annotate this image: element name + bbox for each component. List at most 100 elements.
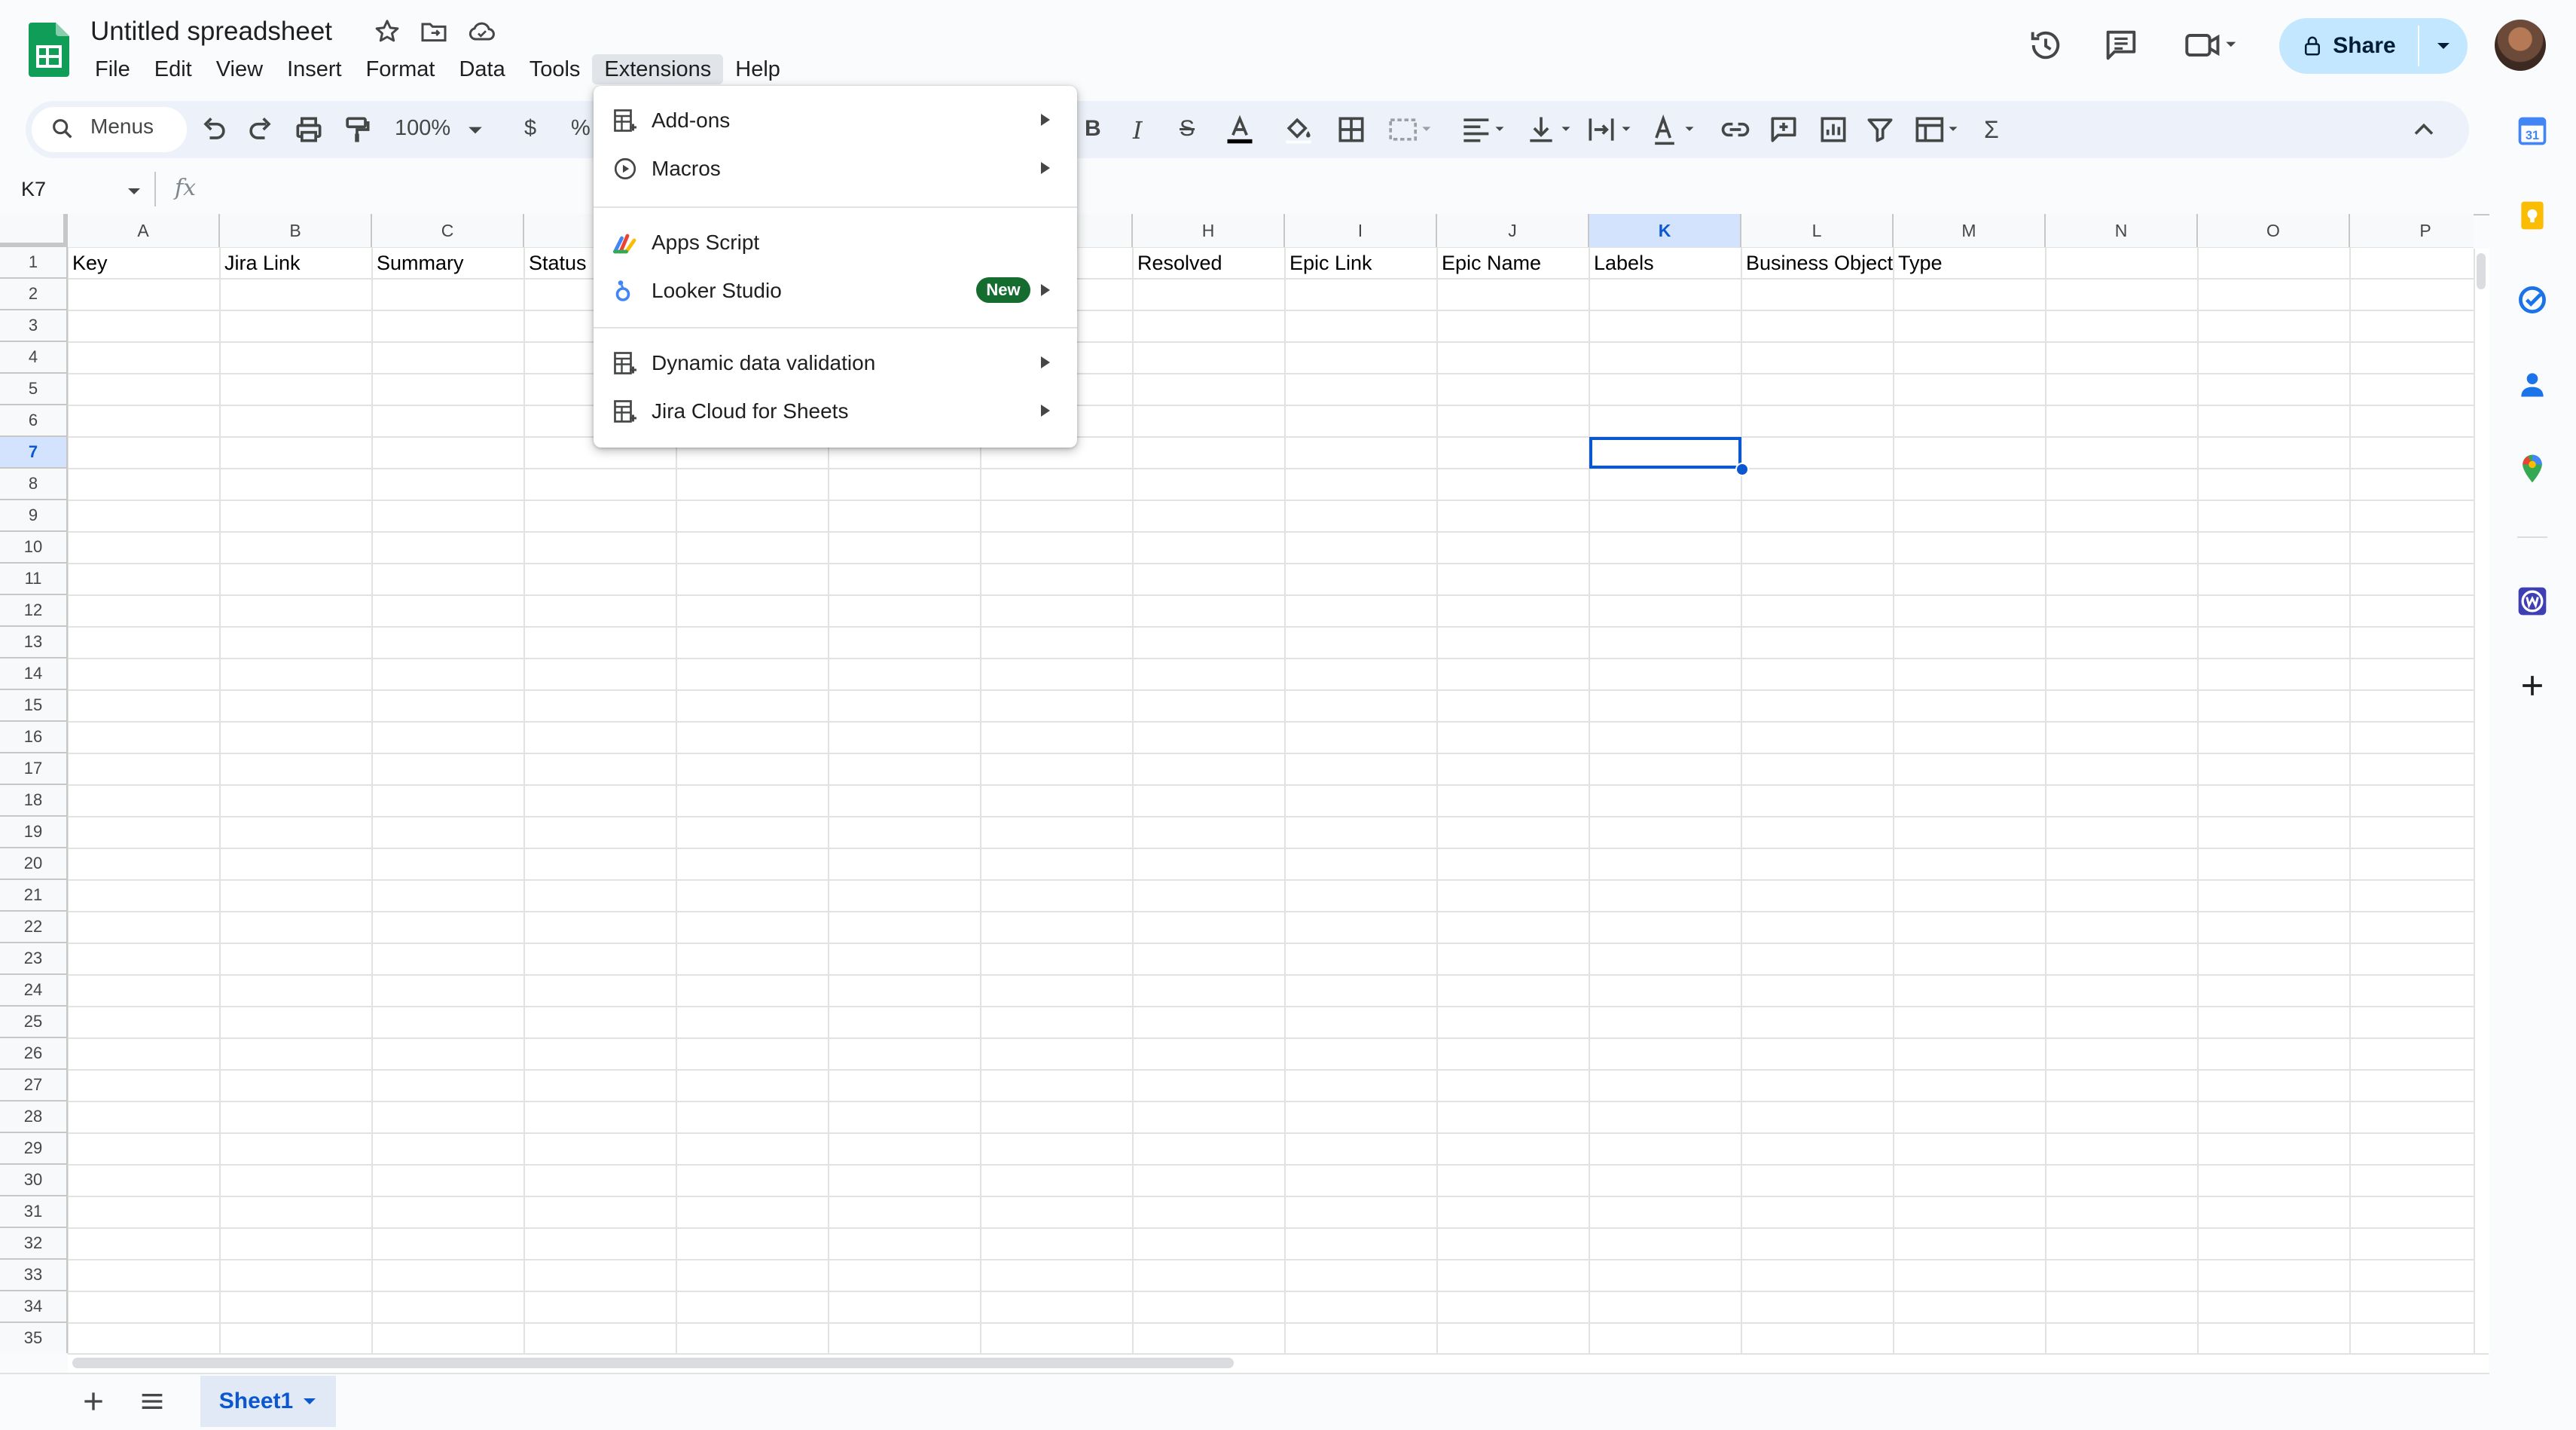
active-cell-selection[interactable] <box>1589 437 1741 469</box>
row-header-25[interactable]: 25 <box>0 1007 68 1038</box>
menu-format[interactable]: Format <box>354 54 447 84</box>
row-header-21[interactable]: 21 <box>0 880 68 912</box>
sheets-logo-icon[interactable] <box>29 23 69 77</box>
add-sheet-icon[interactable] <box>78 1386 108 1416</box>
vertical-align-icon[interactable] <box>1525 113 1574 146</box>
italic-button[interactable]: I <box>1133 116 1143 145</box>
vertical-scroll-thumb[interactable] <box>2477 253 2486 289</box>
version-history-icon[interactable] <box>2026 26 2065 65</box>
add-icon[interactable] <box>2516 669 2549 702</box>
maps-icon[interactable] <box>2516 452 2549 485</box>
contacts-icon[interactable] <box>2516 368 2549 401</box>
row-header-20[interactable]: 20 <box>0 848 68 880</box>
row-header-35[interactable]: 35 <box>0 1323 68 1353</box>
cloud-saved-icon[interactable] <box>467 17 497 47</box>
column-header-i[interactable]: I <box>1285 214 1437 247</box>
redo-icon[interactable] <box>244 113 277 146</box>
row-header-16[interactable]: 16 <box>0 722 68 753</box>
column-header-c[interactable]: C <box>372 214 524 247</box>
menu-tools[interactable]: Tools <box>517 54 593 84</box>
vertical-scrollbar[interactable] <box>2474 249 2490 1353</box>
collapse-toolbar-icon[interactable] <box>2407 113 2440 146</box>
bold-button[interactable]: B <box>1085 116 1101 142</box>
fill-color-icon[interactable] <box>1282 113 1315 146</box>
zoom-caret-icon[interactable] <box>467 122 484 139</box>
cell-a1[interactable]: Key <box>72 252 108 275</box>
row-header-23[interactable]: 23 <box>0 943 68 975</box>
sheet-tab-caret-icon[interactable] <box>302 1394 317 1409</box>
horizontal-scroll-thumb[interactable] <box>72 1358 1234 1368</box>
document-title[interactable]: Untitled spreadsheet <box>90 17 332 47</box>
column-header-k[interactable]: K <box>1589 214 1741 247</box>
column-header-h[interactable]: H <box>1133 214 1285 247</box>
menu-item-macros[interactable]: Macros <box>594 145 1077 193</box>
paint-format-icon[interactable] <box>340 113 374 146</box>
row-header-3[interactable]: 3 <box>0 310 68 342</box>
menu-file[interactable]: File <box>83 54 142 84</box>
row-header-29[interactable]: 29 <box>0 1133 68 1165</box>
horizontal-align-icon[interactable] <box>1458 113 1508 146</box>
row-header-33[interactable]: 33 <box>0 1260 68 1291</box>
column-header-a[interactable]: A <box>68 214 220 247</box>
share-main[interactable]: Share <box>2279 18 2418 74</box>
menu-item-add-ons[interactable]: Add-ons <box>594 96 1077 145</box>
keep-icon[interactable] <box>2516 199 2549 232</box>
column-header-o[interactable]: O <box>2198 214 2350 247</box>
filter-icon[interactable] <box>1863 113 1897 146</box>
row-header-6[interactable]: 6 <box>0 405 68 437</box>
row-header-15[interactable]: 15 <box>0 690 68 722</box>
row-header-17[interactable]: 17 <box>0 753 68 785</box>
row-header-8[interactable]: 8 <box>0 469 68 500</box>
row-header-19[interactable]: 19 <box>0 817 68 848</box>
cell-l1[interactable]: Business Object <box>1746 252 1893 275</box>
row-header-1[interactable]: 1 <box>0 247 68 279</box>
cell-c1[interactable]: Summary <box>377 252 464 275</box>
row-header-18[interactable]: 18 <box>0 785 68 817</box>
menu-extensions[interactable]: Extensions <box>592 54 724 84</box>
borders-icon[interactable] <box>1335 113 1368 146</box>
percent-format-button[interactable]: % <box>571 116 591 141</box>
row-header-9[interactable]: 9 <box>0 500 68 532</box>
menu-item-dynamic-data-validation[interactable]: Dynamic data validation <box>594 339 1077 387</box>
share-button[interactable]: Share <box>2279 18 2468 74</box>
select-all-corner[interactable] <box>0 214 68 247</box>
fill-handle[interactable] <box>1735 463 1749 476</box>
avatar[interactable] <box>2495 20 2546 71</box>
row-header-28[interactable]: 28 <box>0 1102 68 1133</box>
spreadsheet-grid[interactable]: ABCDEFGHIJKLMNOP 12345678910111213141516… <box>0 214 2474 1353</box>
menu-data[interactable]: Data <box>447 54 517 84</box>
tasks-icon[interactable] <box>2516 283 2549 316</box>
strikethrough-button[interactable]: S <box>1180 116 1195 142</box>
merge-cells-icon[interactable] <box>1386 113 1431 146</box>
column-header-l[interactable]: L <box>1741 214 1894 247</box>
menu-help[interactable]: Help <box>723 54 792 84</box>
all-sheets-icon[interactable] <box>137 1386 167 1416</box>
insert-link-icon[interactable] <box>1719 113 1752 146</box>
menu-item-looker-studio[interactable]: Looker Studio New <box>594 267 1077 315</box>
menu-edit[interactable]: Edit <box>142 54 204 84</box>
name-box-caret-icon[interactable] <box>127 184 142 199</box>
row-header-2[interactable]: 2 <box>0 279 68 310</box>
column-header-p[interactable]: P <box>2350 214 2474 247</box>
row-header-27[interactable]: 27 <box>0 1070 68 1102</box>
menu-view[interactable]: View <box>204 54 275 84</box>
row-header-13[interactable]: 13 <box>0 627 68 658</box>
row-header-4[interactable]: 4 <box>0 342 68 374</box>
print-icon[interactable] <box>292 113 325 146</box>
row-header-22[interactable]: 22 <box>0 912 68 943</box>
cell-d1[interactable]: Status <box>529 252 587 275</box>
row-header-34[interactable]: 34 <box>0 1291 68 1323</box>
zoom-select[interactable]: 100% <box>395 116 450 141</box>
row-header-12[interactable]: 12 <box>0 595 68 627</box>
row-header-31[interactable]: 31 <box>0 1196 68 1228</box>
share-dropdown[interactable] <box>2421 18 2466 74</box>
menu-item-jira-cloud-for-sheets[interactable]: Jira Cloud for Sheets <box>594 387 1077 435</box>
insert-comment-icon[interactable] <box>1767 113 1800 146</box>
text-color-icon[interactable] <box>1223 113 1256 146</box>
row-header-26[interactable]: 26 <box>0 1038 68 1070</box>
sheet-tab-sheet1[interactable]: Sheet1 <box>200 1376 336 1427</box>
column-header-b[interactable]: B <box>220 214 372 247</box>
column-header-n[interactable]: N <box>2046 214 2198 247</box>
cell-j1[interactable]: Epic Name <box>1442 252 1541 275</box>
comments-icon[interactable] <box>2101 26 2141 65</box>
